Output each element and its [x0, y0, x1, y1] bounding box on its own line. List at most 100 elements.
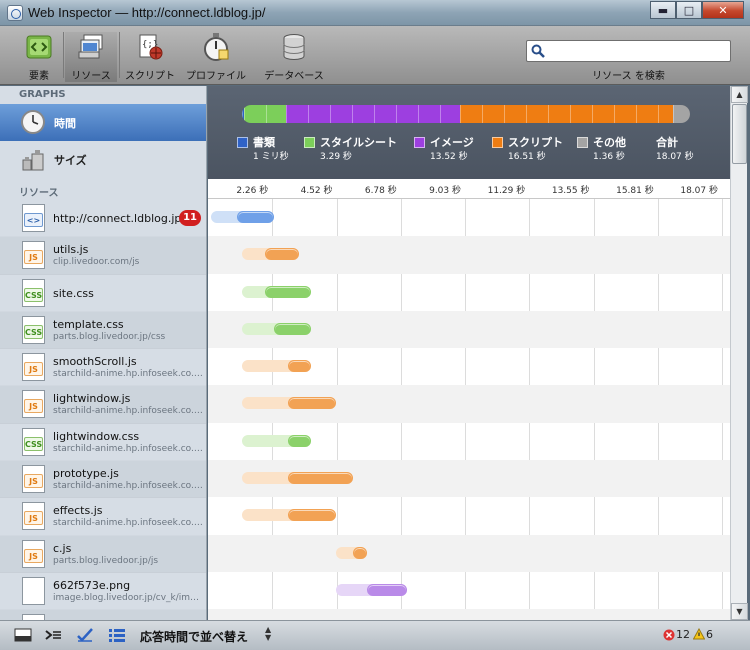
time-tick-label: 6.78 秒	[364, 186, 397, 196]
resource-row[interactable]: JS effects.js starchild-anime.hp.infoseek.…	[0, 498, 206, 535]
maximize-button[interactable]: □	[676, 1, 702, 19]
summary-segment-script	[460, 105, 673, 123]
resource-name: http://connect.ldblog.jp/	[53, 212, 186, 225]
resource-row[interactable]: JSsearch_frame.js	[0, 610, 206, 620]
resource-row[interactable]: JS c.js parts.blog.livedoor.jp/js	[0, 535, 206, 573]
graph-item-size-label: サイズ	[54, 154, 87, 167]
resource-row[interactable]: JS utils.js clip.livedoor.com/js	[0, 237, 206, 275]
timeline-row[interactable]	[208, 534, 730, 572]
window-titlebar: Web Inspector — http://connect.ldblog.jp…	[0, 0, 750, 26]
timeline-row[interactable]	[208, 348, 730, 385]
resource-name: 662f573e.png	[53, 578, 131, 592]
legend-name: 書類	[253, 136, 275, 149]
resource-row[interactable]: CSS template.css parts.blog.livedoor.jp/cs…	[0, 311, 206, 350]
timeline-row[interactable]	[208, 572, 730, 609]
resource-row[interactable]: JS smoothScroll.js starchild-anime.hp.info…	[0, 349, 206, 386]
search-icon	[531, 44, 545, 58]
resource-row[interactable]: JS lightwindow.js starchild-anime.hp.infos…	[0, 386, 206, 424]
toolbar-scripts[interactable]: {;} スクリプト	[125, 32, 175, 82]
enable-resource-tracking-button[interactable]	[72, 625, 98, 645]
timeline-download-bar	[287, 434, 311, 447]
toolbar-elements[interactable]: 要素	[22, 32, 56, 82]
timeline-row[interactable]	[208, 609, 730, 620]
js-file-icon: JS	[22, 390, 45, 419]
window-controls: ▬ □ ✕	[650, 1, 744, 21]
legend-value: 13.52 秒	[430, 152, 468, 162]
timeline-download-bar	[265, 248, 300, 261]
minimize-button[interactable]: ▬	[650, 1, 676, 19]
resource-row[interactable]: CSS site.css	[0, 275, 206, 312]
graph-item-size[interactable]: サイズ	[0, 141, 206, 178]
toolbar-databases[interactable]: データベース	[262, 32, 326, 82]
search-input[interactable]	[549, 42, 727, 60]
dock-button[interactable]	[10, 625, 36, 645]
resource-name: lightwindow.css	[53, 429, 140, 443]
toolbar-resources[interactable]: リソース	[65, 32, 117, 82]
resource-domain: starchild-anime.hp.infoseek.co.jp...	[53, 406, 203, 417]
time-tick-label: 13.55 秒	[551, 186, 590, 196]
time-tick-label: 15.81 秒	[616, 186, 654, 196]
resource-name: site.css	[53, 286, 94, 300]
resource-name: smoothScroll.js	[53, 355, 137, 369]
scroll-down-arrow-icon[interactable]: ▼	[731, 603, 748, 620]
scroll-up-arrow-icon[interactable]: ▲	[731, 86, 748, 103]
toolbar: 要素 リソース {;} スクリプト プロファイル データベース リソース を検索	[0, 26, 750, 85]
timeline-row[interactable]	[208, 310, 730, 349]
close-button[interactable]: ✕	[702, 1, 744, 19]
timeline-download-bar	[287, 397, 337, 410]
css-file-icon: CSS	[22, 278, 45, 307]
resource-name: template.css	[53, 317, 124, 331]
timeline-row[interactable]	[208, 236, 730, 274]
resource-row[interactable]: JS prototype.js starchild-anime.hp.infosee…	[0, 461, 206, 499]
timeline-download-bar	[287, 360, 311, 373]
summary-segment-image	[286, 105, 461, 123]
resource-list: <> http://connect.ldblog.jp/11 JS utils.js c…	[0, 200, 206, 620]
timeline-row[interactable]	[208, 460, 730, 498]
legend-swatch	[237, 137, 248, 148]
timeline-row[interactable]	[208, 199, 730, 236]
graph-item-time[interactable]: 時間	[0, 104, 206, 141]
resource-row[interactable]: <> http://connect.ldblog.jp/11	[0, 200, 206, 237]
resource-name: effects.js	[53, 504, 103, 518]
vertical-scrollbar[interactable]: ▲ ▼	[730, 86, 748, 620]
resource-row[interactable]: 662f573e.png image.blog.livedoor.jp/cv_k/…	[0, 573, 206, 610]
resource-search-box[interactable]	[526, 40, 731, 62]
timeline-download-bar	[273, 322, 311, 335]
legend-value: 3.29 秒	[320, 152, 352, 162]
resource-domain: image.blog.livedoor.jp/cv_k/imgs/...	[53, 592, 203, 603]
timeline-row[interactable]	[208, 274, 730, 311]
html-document-icon: <>	[22, 204, 45, 232]
resource-name: prototype.js	[53, 467, 119, 481]
legend-name: 合計	[656, 136, 678, 149]
error-count[interactable]: 12	[676, 628, 690, 641]
dock-icon	[14, 628, 32, 642]
legend-swatch	[577, 137, 588, 148]
legend-swatch	[492, 137, 503, 148]
resource-domain: parts.blog.livedoor.jp/js	[53, 555, 159, 566]
js-file-icon: JS	[22, 539, 45, 568]
sort-select[interactable]: 応答時間で並べ替え	[140, 628, 248, 645]
scroll-thumb[interactable]	[732, 104, 747, 164]
timeline-row[interactable]	[208, 423, 730, 460]
toolbar-elements-label: 要素	[29, 71, 49, 82]
toolbar-profiles[interactable]: プロファイル	[186, 32, 246, 82]
error-count-badge: 11	[179, 210, 201, 226]
legend-value: 1.36 秒	[593, 152, 625, 162]
legend-value: 16.51 秒	[508, 152, 546, 162]
console-button[interactable]	[40, 625, 66, 645]
warning-count[interactable]: 6	[706, 628, 713, 641]
legend-name: イメージ	[430, 136, 474, 149]
summary-segment-stylesheet	[243, 105, 287, 123]
legend-value: 1 ミリ秒	[253, 152, 289, 162]
warning-icon[interactable]	[693, 628, 705, 640]
error-icon[interactable]	[663, 629, 675, 641]
timeline-row[interactable]	[208, 497, 730, 534]
timeline-row[interactable]	[208, 385, 730, 423]
js-file-icon: JS	[22, 241, 45, 270]
toolbar-divider	[119, 32, 120, 78]
sort-select-arrows-icon[interactable]: ▲ ▼	[265, 626, 271, 642]
toolbar-resources-label: リソース	[71, 71, 111, 82]
resource-row[interactable]: CSS lightwindow.css starchild-anime.hp.inf…	[0, 424, 206, 461]
large-rows-toggle-button[interactable]	[104, 625, 130, 645]
js-file-icon: JS	[22, 502, 45, 531]
